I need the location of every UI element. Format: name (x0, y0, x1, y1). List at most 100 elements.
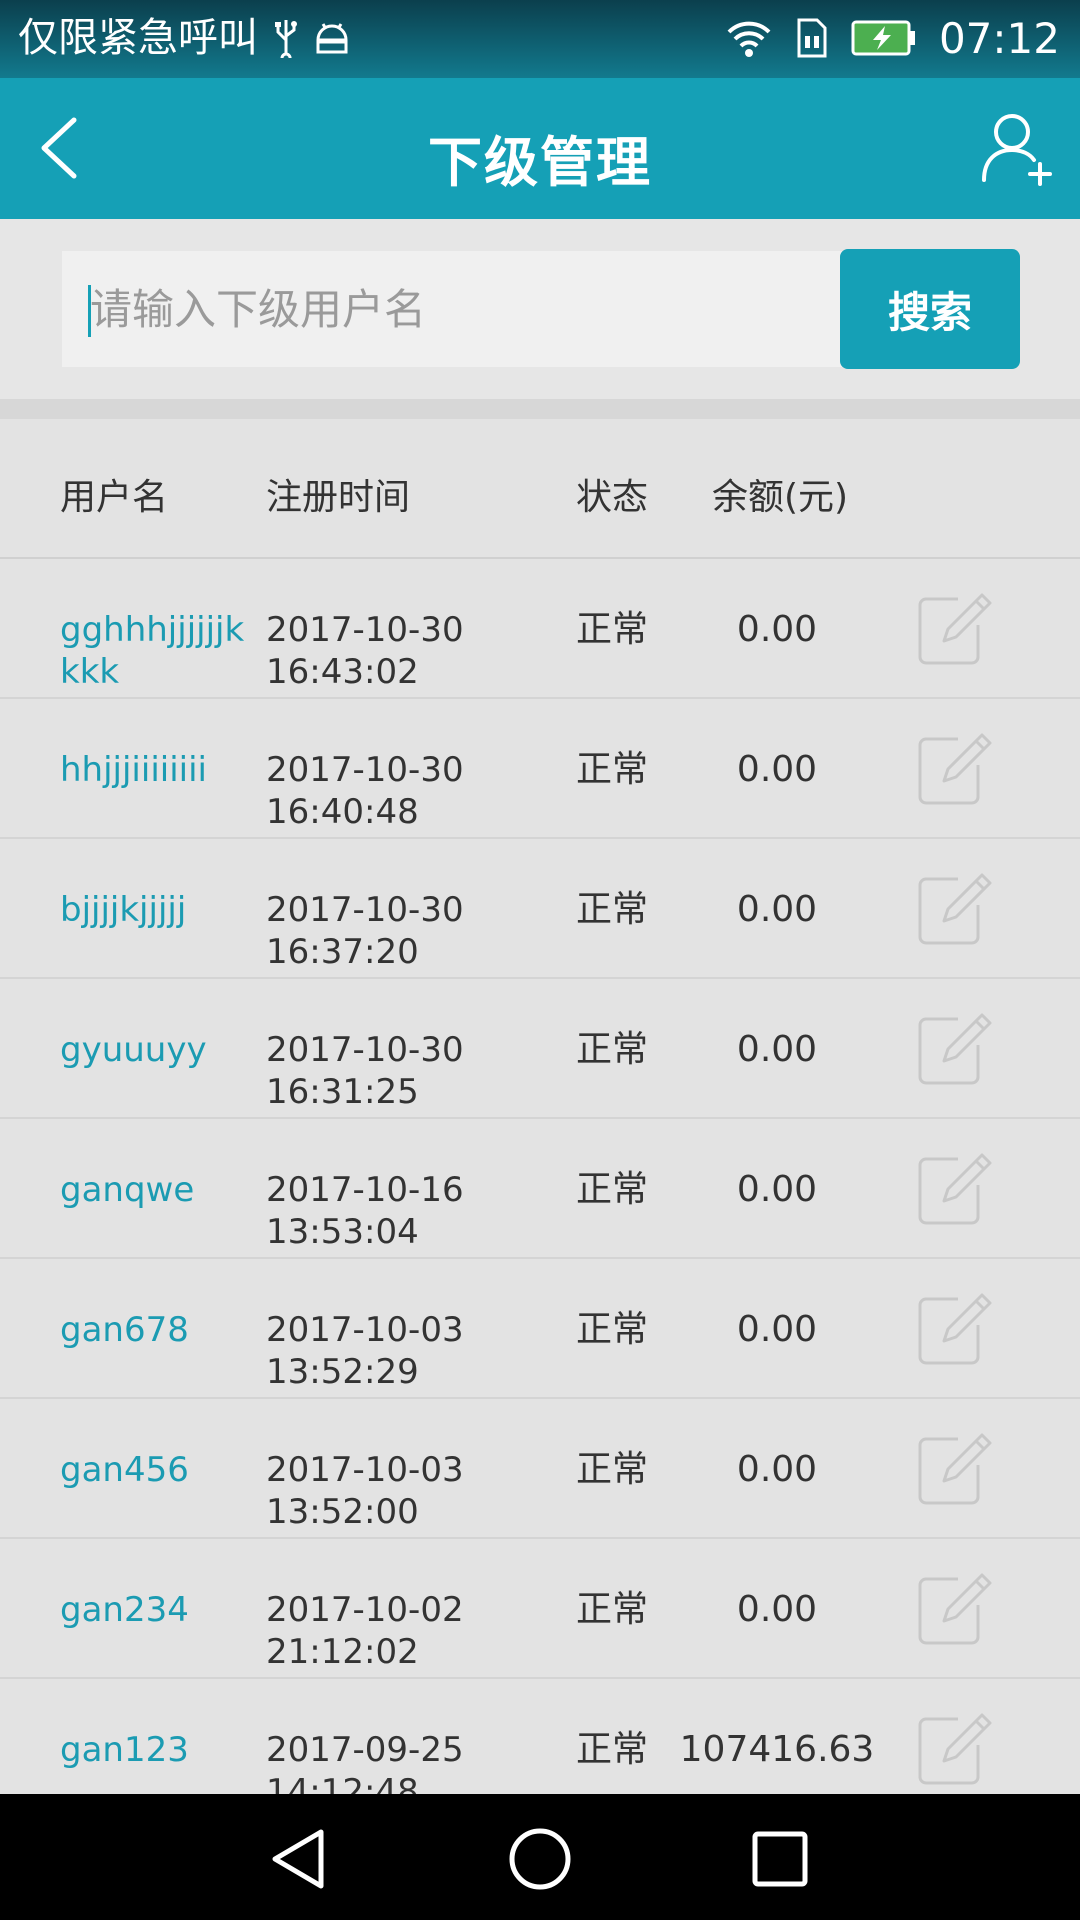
table-row[interactable]: bjjjjkjjjjj 2017-10-30 16:37:20 正常 0.00 (0, 839, 1080, 979)
add-user-button[interactable] (978, 108, 1058, 188)
back-triangle-icon (272, 1829, 324, 1889)
status-bar: 仅限紧急呼叫 07:12 (0, 0, 1080, 78)
table-row[interactable]: gan456 2017-10-03 13:52:00 正常 0.00 (0, 1399, 1080, 1539)
edit-icon (918, 593, 992, 665)
register-time: 2017-10-30 16:37:20 (266, 889, 464, 973)
status-text: 正常 (576, 1029, 649, 1070)
username-link[interactable]: gan234 (60, 1589, 260, 1631)
register-date: 2017-10-16 (266, 1170, 464, 1210)
register-time: 2017-10-16 13:53:04 (266, 1169, 464, 1253)
edit-icon (918, 733, 992, 805)
register-date: 2017-10-02 (266, 1590, 464, 1630)
status-left: 仅限紧急呼叫 (18, 10, 350, 66)
header-status: 状态 (576, 477, 649, 518)
balance-value: 0.00 (736, 889, 818, 930)
register-time: 2017-10-03 13:52:29 (266, 1309, 464, 1393)
wifi-icon (725, 18, 773, 58)
table-row[interactable]: gan234 2017-10-02 21:12:02 正常 0.00 (0, 1539, 1080, 1679)
edit-button[interactable] (912, 1569, 992, 1649)
recents-square-icon (752, 1831, 808, 1887)
edit-icon (918, 1713, 992, 1785)
register-clock: 13:52:29 (266, 1352, 419, 1392)
register-date: 2017-10-03 (266, 1310, 464, 1350)
register-clock: 13:53:04 (266, 1212, 419, 1252)
balance-value: 0.00 (736, 749, 818, 790)
register-time: 2017-10-03 13:52:00 (266, 1449, 464, 1533)
status-text: 正常 (576, 609, 649, 650)
register-date: 2017-10-30 (266, 610, 464, 650)
table-row[interactable]: gan678 2017-10-03 13:52:29 正常 0.00 (0, 1259, 1080, 1399)
edit-button[interactable] (912, 1149, 992, 1229)
search-input[interactable] (62, 251, 842, 367)
status-text: 正常 (576, 1169, 649, 1210)
register-date: 2017-09-25 (266, 1730, 464, 1770)
edit-icon (918, 1153, 992, 1225)
home-circle-icon (509, 1828, 571, 1890)
username-link[interactable]: ganqwe (60, 1169, 260, 1211)
table-row[interactable]: gghhhjjjjjjkkkk 2017-10-30 16:43:02 正常 0.… (0, 559, 1080, 699)
sim-icon (795, 18, 829, 58)
status-text: 正常 (576, 1589, 649, 1630)
username-link[interactable]: gan456 (60, 1449, 260, 1491)
table-row[interactable]: gan123 2017-09-25 14:12:48 正常 107416.63 (0, 1679, 1080, 1794)
nav-back-button[interactable] (265, 1824, 335, 1894)
header-balance: 余额(元) (712, 477, 849, 518)
username-link[interactable]: bjjjjkjjjjj (60, 889, 260, 931)
register-time: 2017-10-30 16:31:25 (266, 1029, 464, 1113)
register-clock: 16:37:20 (266, 932, 419, 972)
balance-value: 0.00 (736, 1449, 818, 1490)
register-clock: 13:52:00 (266, 1492, 419, 1532)
table-row[interactable]: gyuuuyy 2017-10-30 16:31:25 正常 0.00 (0, 979, 1080, 1119)
subordinate-table: 用户名 注册时间 状态 余额(元) gghhhjjjjjjkkkk 2017-1… (0, 419, 1080, 1794)
edit-button[interactable] (912, 1429, 992, 1509)
username-link[interactable]: gyuuuyy (60, 1029, 260, 1071)
nav-recents-button[interactable] (745, 1824, 815, 1894)
edit-button[interactable] (912, 1009, 992, 1089)
edit-button[interactable] (912, 729, 992, 809)
edit-button[interactable] (912, 869, 992, 949)
register-time: 2017-10-30 16:43:02 (266, 609, 464, 693)
search-bar: 搜索 (0, 219, 1080, 399)
edit-icon (918, 1573, 992, 1645)
status-text: 正常 (576, 889, 649, 930)
status-text: 正常 (576, 1449, 649, 1490)
username-link[interactable]: hhjjjiiiiiiii (60, 749, 260, 791)
nav-home-button[interactable] (505, 1824, 575, 1894)
register-time: 2017-10-02 21:12:02 (266, 1589, 464, 1673)
table-row[interactable]: ganqwe 2017-10-16 13:53:04 正常 0.00 (0, 1119, 1080, 1259)
username-link[interactable]: gan678 (60, 1309, 260, 1351)
register-clock: 21:12:02 (266, 1632, 419, 1672)
register-clock: 16:43:02 (266, 652, 419, 692)
usb-icon (274, 18, 298, 58)
register-clock: 16:40:48 (266, 792, 419, 832)
table-row[interactable]: hhjjjiiiiiiii 2017-10-30 16:40:48 正常 0.00 (0, 699, 1080, 839)
app-bar: 下级管理 (0, 78, 1080, 219)
register-clock: 16:31:25 (266, 1072, 419, 1112)
system-nav-bar (0, 1794, 1080, 1920)
status-right: 07:12 (725, 10, 1060, 66)
balance-value: 0.00 (736, 1169, 818, 1210)
edit-button[interactable] (912, 1289, 992, 1369)
register-clock: 14:12:48 (266, 1772, 419, 1794)
edit-icon (918, 873, 992, 945)
register-date: 2017-10-30 (266, 1030, 464, 1070)
carrier-text: 仅限紧急呼叫 (18, 15, 258, 61)
battery-charging-icon (851, 20, 917, 56)
edit-icon (918, 1433, 992, 1505)
header-register-time: 注册时间 (266, 477, 411, 518)
header-username: 用户名 (60, 477, 169, 518)
balance-value: 107416.63 (679, 1729, 875, 1770)
edit-button[interactable] (912, 589, 992, 669)
username-link[interactable]: gghhhjjjjjjkkkk (60, 609, 260, 693)
status-text: 正常 (576, 749, 649, 790)
table-header: 用户名 注册时间 状态 余额(元) (0, 419, 1080, 559)
status-time: 07:12 (938, 13, 1060, 63)
register-date: 2017-10-30 (266, 750, 464, 790)
username-link[interactable]: gan123 (60, 1729, 260, 1771)
register-time: 2017-10-30 16:40:48 (266, 749, 464, 833)
status-text: 正常 (576, 1309, 649, 1350)
register-date: 2017-10-30 (266, 890, 464, 930)
search-button[interactable]: 搜索 (840, 249, 1020, 369)
balance-value: 0.00 (736, 1589, 818, 1630)
edit-button[interactable] (912, 1709, 992, 1789)
